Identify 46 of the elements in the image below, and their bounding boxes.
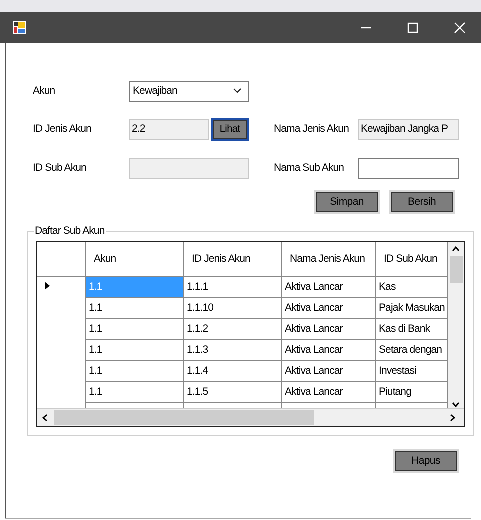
table-cell: 1.1.4 (184, 360, 282, 382)
readonly-field[interactable]: Kewajiban Jangka P (358, 118, 459, 140)
table-cell: 1.1 (86, 340, 184, 360)
field-label: ID Sub Akun (32, 162, 88, 174)
vertical-scrollbar[interactable] (448, 242, 464, 408)
field-label: Nama Jenis Akun (274, 123, 350, 135)
table-cell: 1.1.5 (184, 382, 282, 402)
field-label: Nama Sub Akun (274, 162, 346, 174)
scroll-up-icon[interactable] (452, 246, 460, 252)
action-button[interactable]: Bersih (391, 192, 453, 212)
scroll-thumb[interactable] (450, 256, 462, 283)
table-cell: 1.1.3 (184, 340, 282, 360)
table-cell: Aktiva Lancar (282, 318, 376, 340)
table-cell: 1.1 (86, 360, 184, 382)
table-cell: Aktiva Lancar (282, 360, 376, 382)
table-cell: Aktiva Lancar (282, 382, 376, 402)
current-row-icon (45, 282, 50, 290)
action-button[interactable]: Simpan (316, 192, 378, 212)
table-cell: 1.1 (86, 382, 184, 402)
table-cell: 1.1 (86, 318, 184, 340)
table-cell: 1.1.1 (184, 276, 282, 298)
table-cell: 1.1 (86, 276, 184, 298)
table-cell: 1.1.2 (184, 318, 282, 340)
input-field[interactable] (358, 158, 459, 178)
app-icon (13, 21, 26, 34)
table-cell: Aktiva Lancar (282, 340, 376, 360)
table-cell: Aktiva Lancar (282, 276, 376, 298)
table-cell: 1.1.10 (184, 298, 282, 318)
chevron-down-icon (233, 88, 242, 94)
delete-button[interactable]: Hapus (395, 451, 457, 471)
scroll-thumb[interactable] (54, 410, 314, 425)
readonly-field[interactable] (129, 158, 249, 178)
scroll-right-icon[interactable] (450, 414, 456, 422)
group-title: Daftar Sub Akun (34, 225, 106, 237)
scroll-down-icon[interactable] (452, 402, 460, 408)
scroll-left-icon[interactable] (42, 414, 48, 422)
column-header[interactable]: Nama Jenis Akun (282, 242, 376, 276)
readonly-field[interactable]: 2.2 (129, 118, 209, 140)
account-dropdown[interactable]: Kewajiban (129, 80, 249, 102)
table-cell: Aktiva Lancar (282, 298, 376, 318)
table-cell: 1.1 (86, 298, 184, 318)
horizontal-scrollbar[interactable] (37, 408, 464, 426)
field-label: Akun (32, 85, 56, 97)
column-header[interactable]: ID Jenis Akun (184, 242, 282, 276)
field-label: ID Jenis Akun (32, 123, 92, 135)
view-button[interactable]: Lihat (213, 120, 247, 138)
